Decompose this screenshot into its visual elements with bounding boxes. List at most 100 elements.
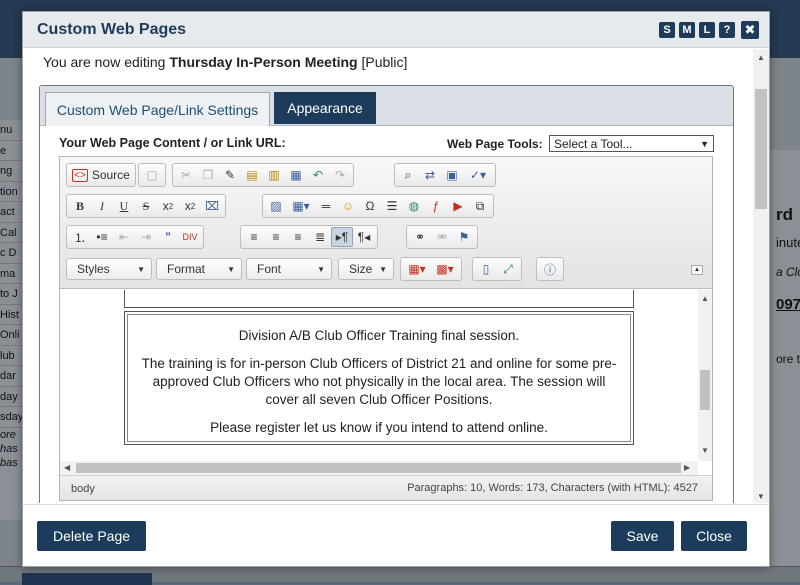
table-icon[interactable]: ▦▾ [287,196,315,216]
italic-button[interactable]: I [91,196,113,216]
size-medium-button[interactable]: M [679,21,695,38]
scrollbar-thumb[interactable] [755,89,767,209]
bg-nav-item: sday [0,407,22,428]
redo-icon[interactable]: ↷ [329,165,351,185]
toolbar-group-basic-styles: B I U S x2 x2 ⌧ [66,194,226,218]
web-page-tools-select[interactable]: Select a Tool... ▼ [549,135,714,152]
scroll-left-icon[interactable]: ◀ [64,463,70,472]
embed-icon[interactable]: ⧉ [469,196,491,216]
info-icon[interactable]: ⓘ [539,259,561,279]
help-button[interactable]: ? [719,21,735,38]
text-color-icon[interactable]: ▦▾ [403,259,431,279]
dialog-footer: Delete Page Save Close [23,504,769,566]
select-all-icon[interactable]: ▣ [441,165,463,185]
anchor-icon[interactable]: ⚑ [453,227,475,247]
text-direction-ltr-icon[interactable]: ▸¶ [331,227,353,247]
size-dropdown[interactable]: Size ▼ [338,258,394,280]
spellcheck-icon[interactable]: ✓▾ [463,165,493,185]
replace-icon[interactable]: ⇄ [419,165,441,185]
scroll-up-icon[interactable]: ▲ [701,294,709,303]
toolbar-group-find: ⌕ ⇄ ▣ ✓▾ [394,163,496,187]
save-button[interactable]: Save [611,521,674,551]
size-small-button[interactable]: S [659,21,675,38]
text-direction-rtl-icon[interactable]: ¶◂ [353,227,375,247]
bg-nav-item: lub [0,346,22,366]
bg-nav-item: c D [0,243,22,264]
superscript-button[interactable]: x2 [179,196,201,216]
scroll-up-icon[interactable]: ▲ [757,53,765,62]
copy-icon[interactable]: ❐ [197,165,219,185]
toolbar-group-tools: ▯ ⤢ [472,257,522,281]
close-icon[interactable]: ✖ [741,20,759,39]
styles-dropdown[interactable]: Styles ▼ [66,258,152,280]
scrollbar-thumb[interactable] [76,463,681,473]
toolbar-group-links: ⚭ ⚮ ⚑ [406,225,478,249]
undo-icon[interactable]: ↶ [307,165,329,185]
editor-vertical-scrollbar[interactable]: ▲ ▼ [698,290,712,461]
find-icon[interactable]: ⌕ [397,165,419,185]
div-container-icon[interactable]: DIV [179,227,201,247]
tab-custom-web-page-link-settings[interactable]: Custom Web Page/Link Settings [45,92,270,126]
special-char-icon[interactable]: Ω [359,196,381,216]
format-dropdown[interactable]: Format ▼ [156,258,242,280]
dialog-vertical-scrollbar[interactable]: ▲ ▼ [753,49,769,503]
content-table-cell[interactable]: Division A/B Club Officer Training final… [127,314,631,442]
underline-button[interactable]: U [113,196,135,216]
editing-visibility: [Public] [361,54,408,70]
numbered-list-icon[interactable]: ⒈ [69,227,91,247]
editor-content-area[interactable]: Division A/B Club Officer Training final… [60,290,698,461]
source-button[interactable]: <> Source [69,165,133,185]
subscript-button[interactable]: x2 [157,196,179,216]
dialog-body: You are now editing Thursday In-Person M… [23,49,753,503]
paste-text-icon[interactable]: ▥ [263,165,285,185]
page-break-icon[interactable]: ☰ [381,196,403,216]
bg-right-text: rd [776,205,793,224]
editor-horizontal-scrollbar[interactable]: ◀ ▶ [60,461,698,475]
align-left-icon[interactable]: ≡ [243,227,265,247]
scroll-down-icon[interactable]: ▼ [701,446,709,455]
link-icon[interactable]: ⚭ [409,227,431,247]
align-center-icon[interactable]: ≡ [265,227,287,247]
indent-icon[interactable]: ⇥ [135,227,157,247]
format-painter-icon[interactable]: ✎ [219,165,241,185]
collapse-toolbar-icon[interactable]: ▲ [691,265,703,275]
delete-page-button[interactable]: Delete Page [37,521,146,551]
background-tab [22,573,152,585]
dialog-title: Custom Web Pages [37,20,187,38]
cut-icon[interactable]: ✂ [175,165,197,185]
chevron-down-icon: ▼ [379,264,387,274]
font-label: Font [257,262,282,276]
unlink-icon[interactable]: ⚮ [431,227,453,247]
bg-right-text: inute [776,235,800,250]
outdent-icon[interactable]: ⇤ [113,227,135,247]
align-justify-icon[interactable]: ≣ [309,227,331,247]
iframe-icon[interactable]: ◍ [403,196,425,216]
bulleted-list-icon[interactable]: •≡ [91,227,113,247]
size-large-button[interactable]: L [699,21,715,38]
smiley-icon[interactable]: ☺ [337,196,359,216]
background-color-icon[interactable]: ▩▾ [431,259,459,279]
image-icon[interactable]: ▨ [265,196,287,216]
blockquote-icon[interactable]: ” [157,227,179,247]
flash-icon[interactable]: ƒ [425,196,447,216]
bg-nav-text: bas [0,456,18,469]
element-path[interactable]: body [71,483,95,495]
scroll-right-icon[interactable]: ▶ [684,463,690,472]
preview-icon[interactable]: ▯ [475,259,497,279]
horizontal-line-icon[interactable]: ═ [315,196,337,216]
remove-format-icon[interactable]: ⌧ [201,196,223,216]
scrollbar-thumb[interactable] [700,370,710,410]
paste-icon[interactable]: ▤ [241,165,263,185]
strikethrough-button[interactable]: S [135,196,157,216]
scroll-down-icon[interactable]: ▼ [757,492,765,501]
font-dropdown[interactable]: Font ▼ [246,258,332,280]
editing-page-name: Thursday In-Person Meeting [169,54,358,70]
paste-word-icon[interactable]: ▦ [285,165,307,185]
align-right-icon[interactable]: ≡ [287,227,309,247]
maximize-icon[interactable]: ⤢ [497,259,519,279]
tab-appearance[interactable]: Appearance [274,92,376,124]
templates-icon[interactable]: ▢ [141,165,163,185]
youtube-icon[interactable]: ▶ [447,196,469,216]
bold-button[interactable]: B [69,196,91,216]
close-button[interactable]: Close [681,521,747,551]
